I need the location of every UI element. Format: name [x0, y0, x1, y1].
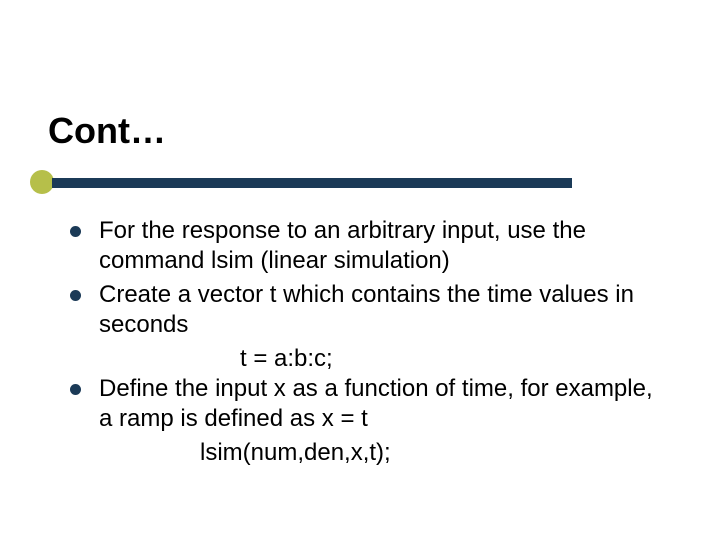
title-area: Cont…: [48, 110, 166, 152]
code-line: t = a:b:c;: [70, 344, 660, 374]
slide-title: Cont…: [48, 110, 166, 152]
slide: Cont… For the response to an arbitrary i…: [0, 0, 720, 540]
body-area: For the response to an arbitrary input, …: [70, 216, 660, 468]
bullet-text: Create a vector t which contains the tim…: [99, 280, 660, 340]
bullet-icon: [70, 226, 81, 237]
code-line: lsim(num,den,x,t);: [70, 438, 660, 468]
list-item: Create a vector t which contains the tim…: [70, 280, 660, 340]
bullet-text: For the response to an arbitrary input, …: [99, 216, 660, 276]
underline-bar: [52, 178, 572, 188]
list-item: Define the input x as a function of time…: [70, 374, 660, 434]
accent-circle-icon: [30, 170, 54, 194]
title-underline: [30, 168, 572, 198]
bullet-icon: [70, 384, 81, 395]
list-item: For the response to an arbitrary input, …: [70, 216, 660, 276]
bullet-text: Define the input x as a function of time…: [99, 374, 660, 434]
bullet-icon: [70, 290, 81, 301]
